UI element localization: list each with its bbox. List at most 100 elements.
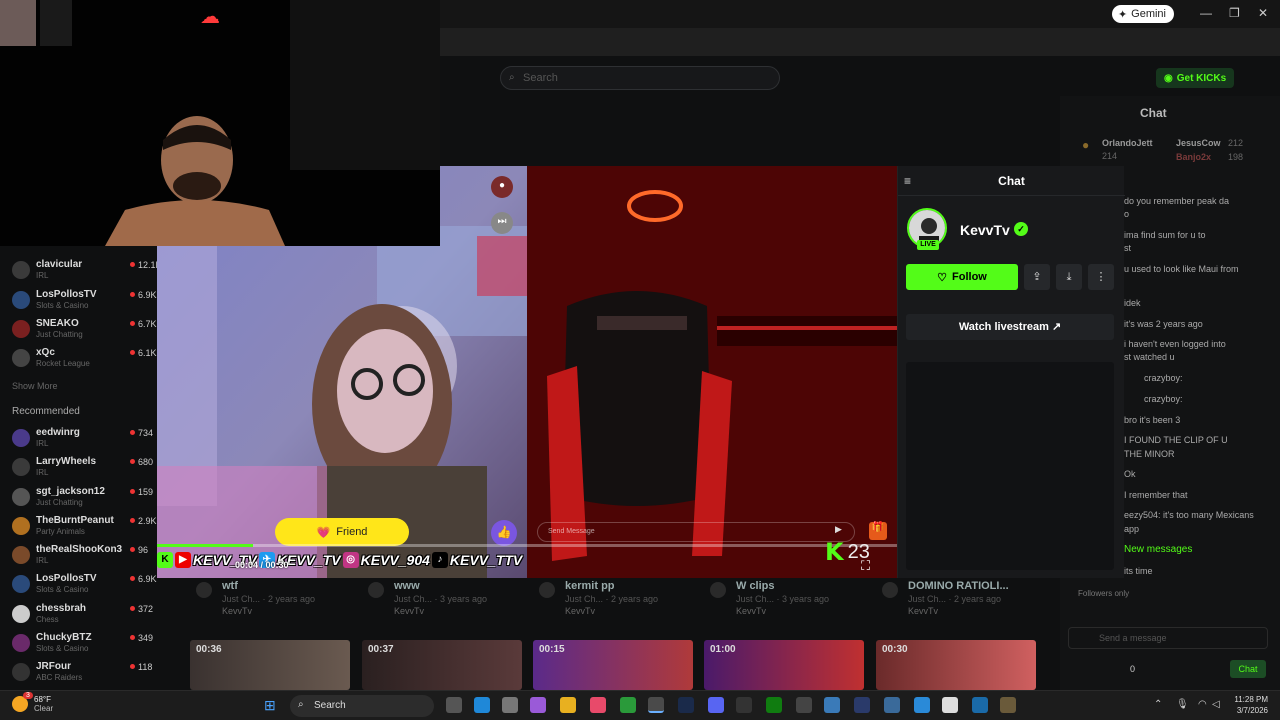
sidebar-item-sneako[interactable]: SNEAKO Just Chatting 6.7K (12, 317, 162, 345)
taskbar-search[interactable]: ⌕ Search (290, 695, 434, 717)
weather-widget[interactable]: 68°F Clear (12, 695, 53, 713)
minimize-icon[interactable]: — (1200, 6, 1212, 20)
copilot-icon[interactable] (530, 697, 546, 713)
sidebar-item-clavicular[interactable]: clavicular IRL 12.1K (12, 258, 162, 286)
gift-icon[interactable]: 🎁 (869, 522, 887, 540)
handle-text: KEVV_904 (360, 552, 430, 568)
app-icon[interactable] (620, 697, 636, 713)
viewer-count: 372 (130, 604, 153, 614)
clip-thumbnail[interactable]: 00:36 (190, 640, 350, 690)
clip-duration: 01:00 (710, 644, 736, 655)
app-icon[interactable] (1000, 697, 1016, 713)
sidebar-item-recommended[interactable]: JRFour ABC Raiders 118 (12, 660, 162, 688)
more-options-button[interactable]: ⋮ (1088, 264, 1114, 290)
channel-name: TheBurntPeanut (36, 515, 114, 526)
notepad-icon[interactable] (942, 697, 958, 713)
discord-icon[interactable] (708, 697, 724, 713)
sidebar-item-lospollostv[interactable]: LosPollosTV Slots & Casino 6.9K (12, 288, 162, 316)
file-explorer-icon[interactable] (560, 697, 576, 713)
sidebar-item-xqc[interactable]: xQc Rocket League 6.1K (12, 346, 162, 374)
clip-thumbnail[interactable]: 01:00 (704, 640, 864, 690)
sidebar-item-recommended[interactable]: eedwinrg IRL 734 (12, 426, 162, 454)
sidebar-item-recommended[interactable]: TheBurntPeanut Party Animals 2.9K (12, 514, 162, 542)
social-handles-overlay: K ▶ KEVV_TV ✈ KEVV_TV ◎ KEVV_904 ♪ KEVV_… (157, 548, 522, 572)
right-camera-feed (527, 166, 897, 578)
chat-message: do you remember peak da (1124, 196, 1230, 206)
new-messages-button[interactable]: New messages (1124, 544, 1192, 555)
app-icon[interactable] (736, 697, 752, 713)
app-icon[interactable] (884, 697, 900, 713)
send-arrow-icon[interactable]: ▶ (835, 524, 842, 535)
show-more-link[interactable]: Show More (12, 381, 58, 391)
download-icon: ⤓ (1066, 271, 1072, 283)
restore-icon[interactable]: ❐ (1229, 6, 1240, 20)
sidebar-item-recommended[interactable]: ChuckyBTZ Slots & Casino 349 (12, 631, 162, 659)
photos-icon[interactable] (824, 697, 840, 713)
fullscreen-icon[interactable]: ⛶ (861, 558, 870, 574)
follow-button[interactable]: ♡ Follow (906, 264, 1018, 290)
system-clock[interactable]: 11:28 PM 3/7/2026 (1234, 694, 1268, 716)
sidebar-item-recommended[interactable]: LarryWheels IRL 680 (12, 455, 162, 483)
video-card[interactable]: kermit pp Just Ch... · 2 years ago KevvT… (533, 578, 693, 618)
video-card[interactable]: www Just Ch... · 3 years ago KevvTv (362, 578, 522, 618)
avatar (12, 488, 30, 506)
app-icon[interactable] (972, 697, 988, 713)
sidebar-item-recommended[interactable]: theRealShooKon3 IRL 96 (12, 543, 162, 571)
channel-category: IRL (36, 439, 49, 448)
site-search-input[interactable]: ⌕ Search (500, 66, 780, 90)
playback-progress[interactable] (157, 544, 897, 547)
steam-icon[interactable] (678, 697, 694, 713)
gemini-button[interactable]: ✦ Gemini (1111, 5, 1174, 23)
background-door (290, 0, 440, 170)
tray-chevron-icon[interactable]: ⌃ (1154, 699, 1162, 710)
music-icon[interactable] (590, 697, 606, 713)
volume-icon[interactable]: ◁ (1212, 699, 1220, 710)
video-card[interactable]: wtf Just Ch... · 2 years ago KevvTv (190, 578, 350, 618)
video-title: DOMINO RATIOLI... (908, 580, 1009, 592)
app-icon[interactable] (796, 697, 812, 713)
avatar (12, 517, 30, 535)
sidebar-item-recommended[interactable]: LosPollosTV Slots & Casino 6.9K (12, 572, 162, 600)
chat-message-input[interactable]: Send a message (1068, 627, 1268, 649)
channel-category: Slots & Casino (36, 301, 89, 310)
watch-livestream-button[interactable]: Watch livestream ↗ (906, 314, 1114, 340)
like-button[interactable]: 👍 (491, 520, 517, 546)
friend-button[interactable]: 💗 Friend (275, 518, 409, 546)
clip-thumbnail[interactable]: 00:37 (362, 640, 522, 690)
task-view-icon[interactable] (446, 697, 462, 713)
xbox-icon[interactable] (766, 697, 782, 713)
watch-label: Watch livestream (958, 321, 1049, 333)
channel-category: Just Chatting (36, 498, 83, 507)
app-icon[interactable] (854, 697, 870, 713)
get-kicks-button[interactable]: ◉ Get KICKs (1156, 68, 1235, 88)
microphone-icon[interactable]: 🎙 (1176, 699, 1189, 710)
clip-thumbnail[interactable]: 00:30 (876, 640, 1036, 690)
sidebar-item-recommended[interactable]: sgt_jackson12 Just Chatting 159 (12, 485, 162, 513)
chat-message: crazyboy: (1144, 373, 1183, 383)
chrome-icon[interactable] (648, 697, 664, 713)
settings-icon[interactable] (502, 697, 518, 713)
followers-only-label: Followers only (1078, 589, 1130, 598)
chat-message: eezy504: it's too many Mexicans (1124, 510, 1254, 520)
video-card[interactable]: W clips Just Ch... · 3 years ago KevvTv (704, 578, 864, 618)
share-button[interactable]: ⇪ (1024, 264, 1050, 290)
channel-category: IRL (36, 556, 49, 565)
avatar (12, 663, 30, 681)
send-message-input[interactable]: Send Message (537, 522, 855, 542)
wifi-icon[interactable]: ◠ (1198, 699, 1207, 710)
avatar (12, 605, 30, 623)
profile-badge-icon[interactable]: ● (491, 176, 513, 198)
skip-icon[interactable]: ⏭ (491, 212, 513, 234)
streamer-name[interactable]: KevvTv (960, 222, 1010, 238)
download-button[interactable]: ⤓ (1056, 264, 1082, 290)
chat-send-button[interactable]: Chat (1230, 660, 1266, 678)
channel-name: eedwinrg (36, 427, 80, 438)
edge-icon[interactable] (474, 697, 490, 713)
chat-message: idek (1124, 298, 1141, 308)
close-icon[interactable]: ✕ (1258, 6, 1268, 20)
video-card[interactable]: DOMINO RATIOLI... Just Ch... · 2 years a… (876, 578, 1036, 618)
app-icon[interactable] (914, 697, 930, 713)
clip-thumbnail[interactable]: 00:15 (533, 640, 693, 690)
windows-start-icon[interactable]: ⊞ (264, 697, 276, 714)
sidebar-item-recommended[interactable]: chessbrah Chess 372 (12, 602, 162, 630)
